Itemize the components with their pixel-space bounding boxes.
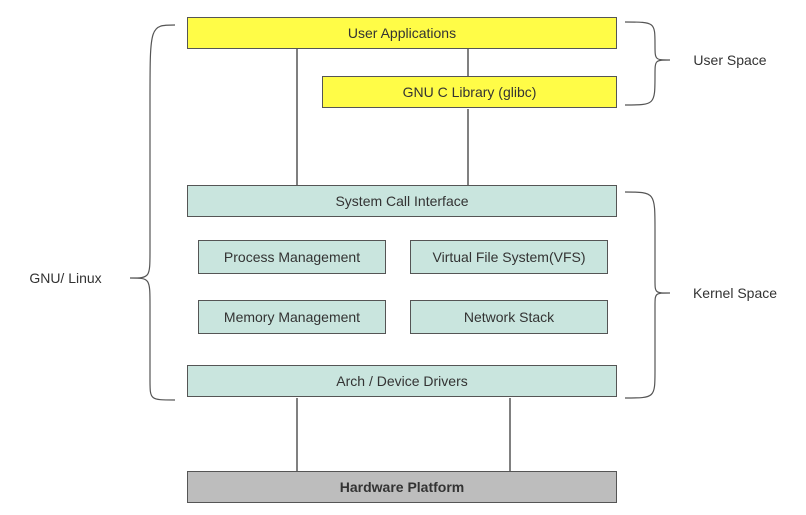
brace-gnulinux bbox=[130, 25, 175, 400]
architecture-diagram: GNU/ Linux User Space Kernel Space User … bbox=[0, 0, 806, 515]
box-arch-device-drivers: Arch / Device Drivers bbox=[187, 365, 617, 397]
box-memory-management: Memory Management bbox=[198, 300, 386, 334]
box-virtual-file-system: Virtual File System(VFS) bbox=[410, 240, 608, 274]
box-system-call-interface: System Call Interface bbox=[187, 185, 617, 217]
brace-user-space bbox=[625, 22, 670, 105]
brace-kernel-space bbox=[625, 192, 670, 398]
label-user-space: User Space bbox=[675, 52, 785, 68]
box-process-management: Process Management bbox=[198, 240, 386, 274]
box-hardware-platform: Hardware Platform bbox=[187, 471, 617, 503]
label-kernel-space: Kernel Space bbox=[675, 285, 795, 301]
box-network-stack: Network Stack bbox=[410, 300, 608, 334]
box-user-applications: User Applications bbox=[187, 17, 617, 49]
label-gnulinux: GNU/ Linux bbox=[8, 270, 123, 286]
box-glibc: GNU C Library (glibc) bbox=[322, 76, 617, 108]
